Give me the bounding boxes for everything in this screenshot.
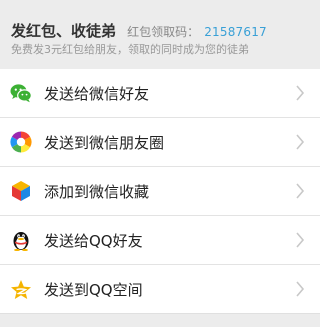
chevron-right-icon <box>296 281 305 297</box>
chevron-right-icon <box>296 232 305 248</box>
redeem-code: 21587617 <box>204 25 267 39</box>
share-item-label: 发送到微信朋友圈 <box>44 133 165 152</box>
share-item-wechat-friend[interactable]: 发送给微信好友 <box>0 69 320 118</box>
code-label: 红包领取码： <box>127 25 200 39</box>
share-item-wechat-moments[interactable]: 发送到微信朋友圈 <box>0 118 320 167</box>
chevron-right-icon <box>296 85 305 101</box>
header-subtitle: 免费发3元红包给朋友，领取的同时成为您的徒弟 <box>11 43 249 56</box>
share-item-label: 添加到微信收藏 <box>44 182 150 201</box>
page-title: 发红包、收徒弟 <box>11 22 117 40</box>
share-item-label: 发送给QQ好友 <box>44 231 143 250</box>
share-list: 发送给微信好友 发送到微信朋友圈 添加到微信收藏 发送给QQ好友 发送到QQ空间 <box>0 69 320 314</box>
chevron-right-icon <box>296 134 305 150</box>
share-item-label: 发送到QQ空间 <box>44 280 143 299</box>
share-item-qq-friend[interactable]: 发送给QQ好友 <box>0 216 320 265</box>
moments-icon <box>10 131 32 153</box>
header: 发红包、收徒弟 红包领取码： 21587617 免费发3元红包给朋友，领取的同时… <box>0 0 320 58</box>
chevron-right-icon <box>296 183 305 199</box>
share-item-label: 发送给微信好友 <box>44 84 150 103</box>
share-item-qzone[interactable]: 发送到QQ空间 <box>0 265 320 314</box>
qzone-star-icon <box>10 278 32 300</box>
header-line: 发红包、收徒弟 红包领取码： 21587617 <box>11 20 267 41</box>
favorites-cube-icon <box>10 180 32 202</box>
share-item-wechat-favorites[interactable]: 添加到微信收藏 <box>0 167 320 216</box>
qq-penguin-icon <box>10 229 32 251</box>
wechat-icon <box>10 82 32 104</box>
